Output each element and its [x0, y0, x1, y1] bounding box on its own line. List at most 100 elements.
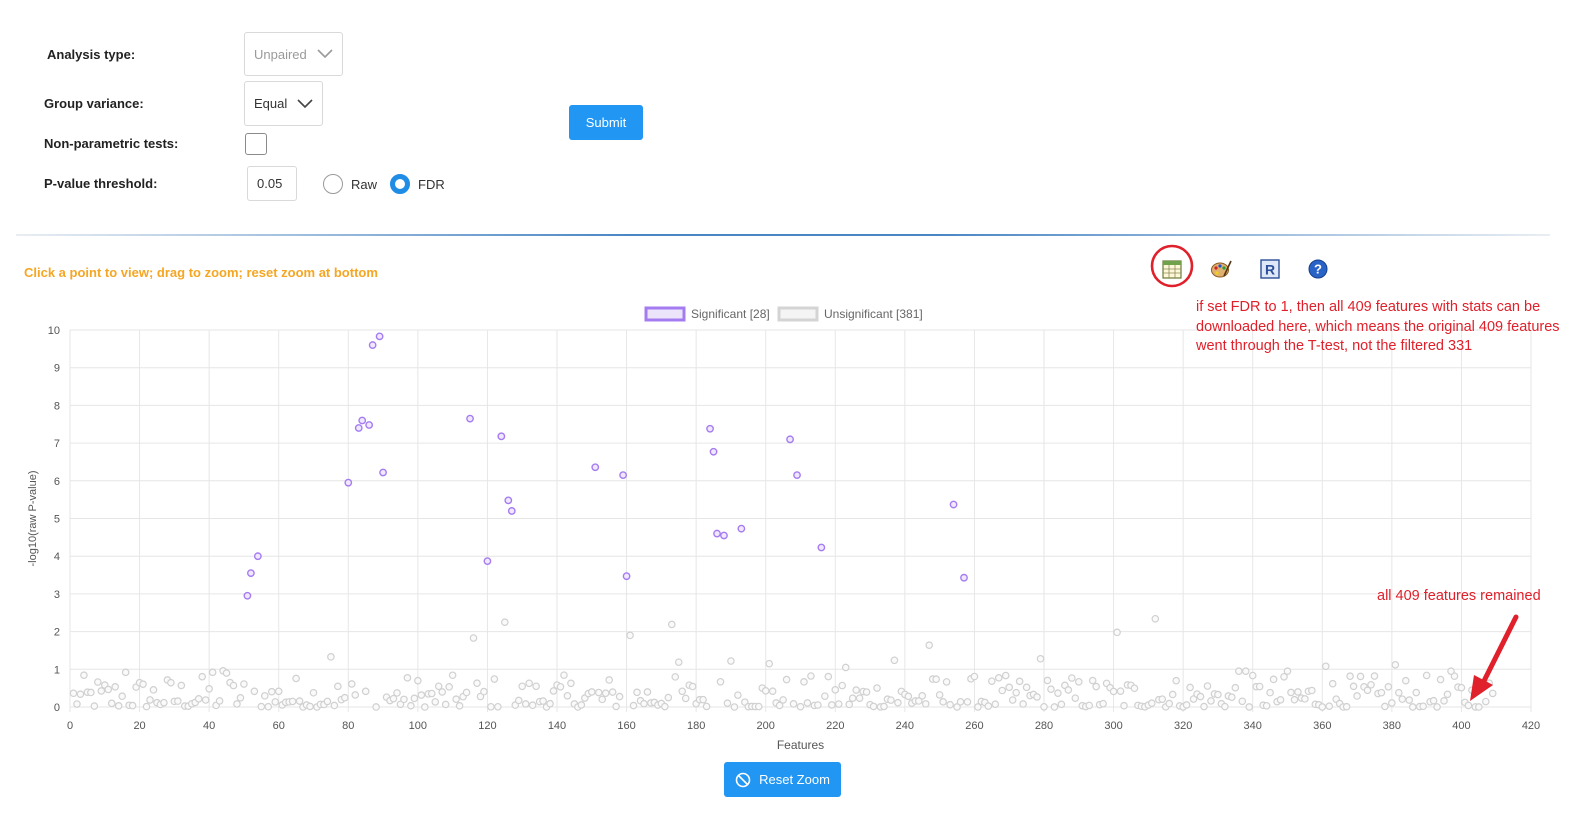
point-unsignificant	[403, 674, 412, 682]
point-unsignificant	[1113, 628, 1121, 637]
y-tick-label: 7	[54, 438, 60, 450]
point-unsignificant	[664, 693, 673, 702]
x-tick-label: 60	[273, 720, 285, 732]
point-unsignificant	[765, 659, 773, 668]
y-tick-label: 1	[54, 664, 60, 676]
point-unsignificant	[274, 687, 283, 696]
point-unsignificant	[295, 697, 304, 705]
point-unsignificant	[521, 700, 530, 708]
point-unsignificant	[292, 674, 300, 683]
scatter-chart[interactable]: 0123456789100 20 40 60 80 100 120 140 160 180 200 2…	[0, 0, 1595, 821]
point-unsignificant	[69, 689, 78, 698]
point-unsignificant	[984, 702, 993, 710]
point-unsignificant	[1269, 675, 1278, 684]
point-unsignificant	[1412, 688, 1421, 697]
point-unsignificant	[855, 694, 864, 702]
point-unsignificant	[862, 688, 871, 696]
point-unsignificant	[1005, 683, 1014, 692]
point-unsignificant	[834, 700, 843, 708]
point-unsignificant	[1433, 703, 1441, 711]
point-unsignificant	[532, 682, 540, 691]
point-unsignificant	[1172, 676, 1180, 685]
point-unsignificant	[1165, 699, 1174, 708]
point-unsignificant	[803, 699, 812, 707]
point-unsignificant	[852, 686, 860, 694]
point-unsignificant	[139, 680, 147, 688]
x-tick-label: 40	[203, 720, 215, 732]
point-unsignificant	[845, 700, 854, 709]
point-unsignificant	[1008, 696, 1017, 704]
point-unsignificant	[327, 653, 335, 661]
point-unsignificant	[560, 671, 568, 679]
x-tick-label: 280	[1035, 720, 1053, 732]
point-unsignificant	[1342, 702, 1351, 711]
point-unsignificant	[556, 682, 565, 691]
point-unsignificant	[240, 680, 248, 688]
point-unsignificant	[1047, 685, 1055, 694]
point-unsignificant	[76, 690, 85, 698]
point-unsignificant	[441, 700, 450, 709]
y-tick-label: 2	[54, 627, 60, 639]
point-unsignificant	[894, 698, 902, 707]
point-significant	[737, 524, 746, 533]
point-significant	[786, 435, 794, 444]
point-significant	[706, 424, 714, 433]
point-unsignificant	[828, 701, 836, 709]
point-unsignificant	[518, 682, 527, 691]
point-unsignificant	[998, 686, 1007, 695]
point-unsignificant	[779, 696, 787, 704]
point-unsignificant	[448, 671, 457, 680]
point-unsignificant	[1085, 701, 1094, 710]
point-significant	[960, 573, 968, 582]
point-unsignificant	[1475, 703, 1483, 711]
point-unsignificant	[567, 679, 575, 688]
x-tick-label: 380	[1383, 720, 1401, 732]
point-unsignificant	[306, 702, 314, 711]
point-unsignificant	[1064, 686, 1073, 694]
point-unsignificant	[918, 692, 927, 700]
y-tick-label: 0	[54, 702, 60, 714]
point-unsignificant	[372, 703, 380, 711]
point-unsignificant	[473, 679, 481, 687]
reset-zoom-button[interactable]: Reset Zoom	[724, 762, 841, 797]
point-unsignificant	[236, 694, 245, 702]
x-tick-label: 180	[687, 720, 705, 732]
point-unsignificant	[167, 678, 175, 687]
point-unsignificant	[1318, 703, 1327, 711]
point-unsignificant	[1377, 688, 1386, 697]
point-unsignificant	[1235, 667, 1243, 675]
point-unsignificant	[1168, 690, 1177, 699]
point-unsignificant	[821, 692, 829, 700]
point-unsignificant	[674, 658, 683, 666]
point-unsignificant	[841, 663, 850, 672]
y-tick-label: 3	[54, 589, 60, 601]
annotation-note-line-1: if set FDR to 1, then all 409 features w…	[1196, 299, 1541, 315]
point-unsignificant	[702, 702, 711, 711]
point-unsignificant	[1321, 662, 1330, 671]
point-unsignificant	[80, 671, 88, 680]
point-unsignificant	[1325, 702, 1334, 710]
y-tick-label: 6	[54, 476, 60, 488]
point-unsignificant	[723, 699, 732, 707]
point-unsignificant	[831, 686, 840, 694]
point-unsignificant	[869, 702, 878, 711]
point-unsignificant	[963, 698, 972, 706]
point-unsignificant	[633, 688, 641, 697]
point-significant	[375, 332, 384, 341]
x-tick-label: 420	[1522, 720, 1540, 732]
point-unsignificant	[1370, 672, 1379, 680]
point-unsignificant	[1158, 695, 1167, 703]
point-unsignificant	[1148, 699, 1156, 707]
point-significant	[591, 463, 600, 472]
point-unsignificant	[1071, 694, 1080, 702]
point-unsignificant	[1283, 667, 1292, 675]
point-unsignificant	[528, 701, 537, 710]
point-unsignificant	[194, 695, 203, 703]
point-unsignificant	[1388, 699, 1396, 707]
point-unsignificant	[445, 683, 453, 691]
point-unsignificant	[1012, 688, 1020, 697]
point-unsignificant	[678, 687, 687, 696]
point-unsignificant	[114, 702, 123, 710]
x-tick-label: 140	[548, 720, 566, 732]
arrow-note: all 409 features remained	[1377, 588, 1541, 604]
